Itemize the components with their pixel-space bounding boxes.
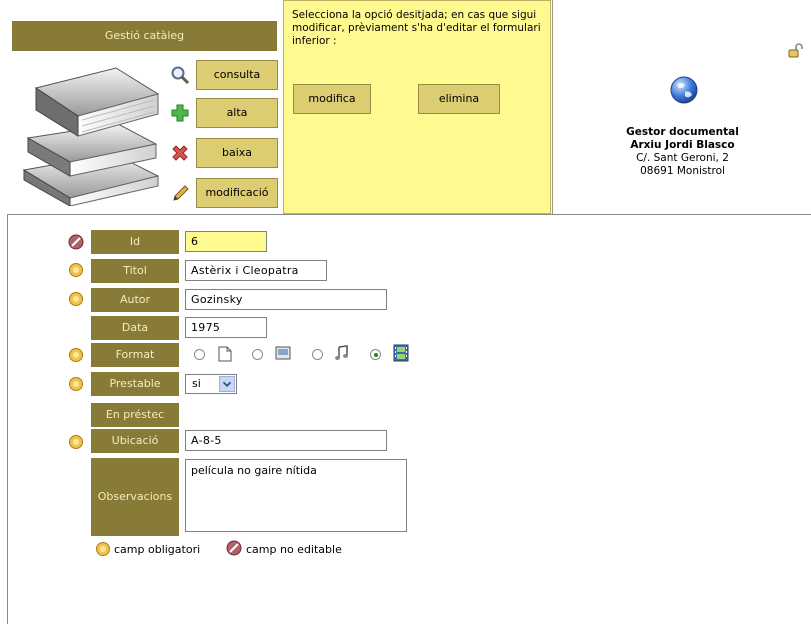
consulta-button[interactable]: consulta [196, 60, 278, 90]
no-edit-icon [226, 540, 242, 556]
format-radio-document[interactable] [194, 349, 205, 360]
format-radio-music[interactable] [312, 349, 323, 360]
instruction-text: Selecciona la opció desitjada; en cas qu… [292, 9, 541, 47]
op-alta: alta [168, 98, 278, 128]
baixa-button[interactable]: baixa [196, 138, 278, 168]
prestable-label: Prestable [91, 372, 179, 396]
magnifier-icon[interactable] [170, 65, 190, 85]
modificacio-button[interactable]: modificació [196, 178, 278, 208]
required-star-icon [69, 348, 83, 362]
alta-button[interactable]: alta [196, 98, 278, 128]
lock-icon[interactable] [788, 42, 804, 58]
ubicacio-label: Ubicació [91, 429, 179, 453]
archive-info-panel: Gestor documental Arxiu Jordi Blasco C/.… [552, 0, 811, 214]
prestable-select[interactable]: si [185, 374, 237, 394]
data-input[interactable]: 1975 [185, 317, 267, 338]
info-line-1: Gestor documental [626, 126, 739, 138]
required-star-icon [69, 435, 83, 449]
op-modificacio: modificació [168, 178, 278, 208]
data-label: Data [91, 316, 179, 340]
prestable-value: si [192, 377, 201, 390]
globe-icon [670, 76, 698, 104]
autor-input[interactable]: Gozinsky [185, 289, 387, 310]
titol-input[interactable]: Astèrix i Cleopatra [185, 260, 327, 281]
format-radio-image[interactable] [252, 349, 263, 360]
format-radio-video[interactable] [370, 349, 381, 360]
info-line-2: Arxiu Jordi Blasco [630, 139, 735, 151]
ubicacio-input[interactable]: A-8-5 [185, 430, 387, 451]
id-field: 6 [185, 231, 267, 252]
elimina-button[interactable]: elimina [418, 84, 500, 114]
info-line-3: C/. Sant Geroni, 2 [636, 152, 729, 164]
en-prestec-label: En préstec [91, 403, 179, 427]
required-star-icon [69, 377, 83, 391]
plus-icon[interactable] [170, 103, 190, 123]
instruction-panel: Selecciona la opció desitjada; en cas qu… [283, 0, 551, 214]
required-star-icon [96, 542, 110, 556]
info-line-4: 08691 Monistrol [640, 165, 725, 177]
legend-required: camp obligatori [114, 543, 201, 556]
catalog-header: Gestió catàleg consulta alta baixa modif… [0, 0, 283, 214]
observacions-label: Observacions [91, 458, 179, 536]
delete-x-icon[interactable] [170, 143, 190, 163]
legend-readonly: camp no editable [246, 543, 342, 556]
autor-label: Autor [91, 288, 179, 312]
titol-label: Titol [91, 259, 179, 283]
books-icon [22, 67, 160, 206]
music-note-icon [335, 345, 348, 360]
observacions-textarea[interactable]: película no gaire nítida [185, 459, 407, 532]
required-star-icon [69, 292, 83, 306]
image-icon [275, 346, 291, 360]
op-consulta: consulta [168, 60, 278, 90]
format-label: Format [91, 343, 179, 367]
pencil-icon[interactable] [170, 183, 190, 203]
no-edit-icon [68, 234, 84, 250]
modifica-button[interactable]: modifica [293, 84, 371, 114]
document-icon [218, 346, 232, 362]
chevron-down-icon[interactable] [219, 376, 235, 392]
op-baixa: baixa [168, 138, 278, 168]
film-icon [393, 344, 409, 362]
id-label: Id [91, 230, 179, 254]
required-star-icon [69, 263, 83, 277]
catalog-title: Gestió catàleg [12, 21, 277, 51]
archive-info: Gestor documental Arxiu Jordi Blasco C/.… [553, 126, 811, 178]
